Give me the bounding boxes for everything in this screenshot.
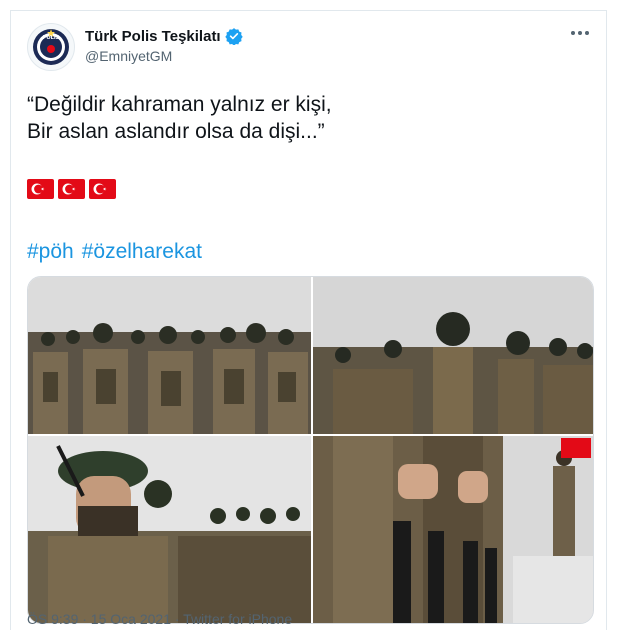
tweet-card: POLİS Türk Polis Teşkilatı @EmniyetGM “D… bbox=[10, 10, 607, 630]
turkish-flag-icon bbox=[89, 179, 116, 199]
more-options-icon[interactable] bbox=[568, 25, 592, 41]
author-name-text: Türk Polis Teşkilatı bbox=[85, 27, 221, 45]
photo-soldiers-closeup[interactable] bbox=[313, 277, 593, 434]
media-grid bbox=[27, 276, 594, 624]
turkish-flag-icon bbox=[27, 179, 54, 199]
hashtag-link-ozelharekat[interactable]: #özelharekat bbox=[82, 240, 202, 264]
turkish-flag-icon bbox=[58, 179, 85, 199]
photo-soldiers-formation[interactable] bbox=[28, 277, 311, 434]
photo-officer-profile[interactable] bbox=[28, 436, 311, 623]
author-handle[interactable]: @EmniyetGM bbox=[85, 48, 172, 64]
tweet-timestamp[interactable]: ÖS 9:39 · 15 Oca 2021 · Twitter for iPho… bbox=[27, 611, 292, 627]
police-emblem-icon: POLİS bbox=[33, 29, 69, 65]
avatar[interactable]: POLİS bbox=[27, 23, 75, 71]
photo-rifles-hands[interactable] bbox=[313, 436, 593, 623]
flag-emoji-row bbox=[27, 179, 116, 199]
author-name[interactable]: Türk Polis Teşkilatı bbox=[85, 27, 243, 45]
verified-badge-icon bbox=[224, 28, 243, 45]
hashtag-link-poh[interactable]: #pöh bbox=[27, 240, 74, 264]
hashtag-row: #pöh #özelharekat bbox=[27, 240, 202, 264]
tweet-text: “Değildir kahraman yalnız er kişi, Bir a… bbox=[27, 93, 332, 143]
